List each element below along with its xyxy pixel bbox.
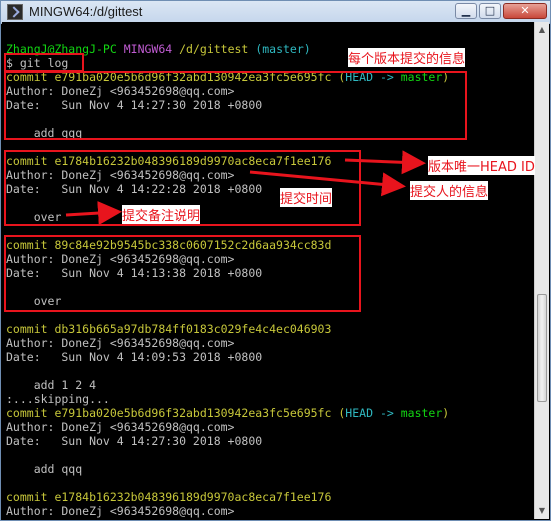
annotation-arrows [65, 150, 426, 226]
arrow-to-commit-note [65, 201, 122, 226]
arrow-to-head-id [344, 150, 426, 175]
arrow-to-author-info [249, 170, 406, 197]
